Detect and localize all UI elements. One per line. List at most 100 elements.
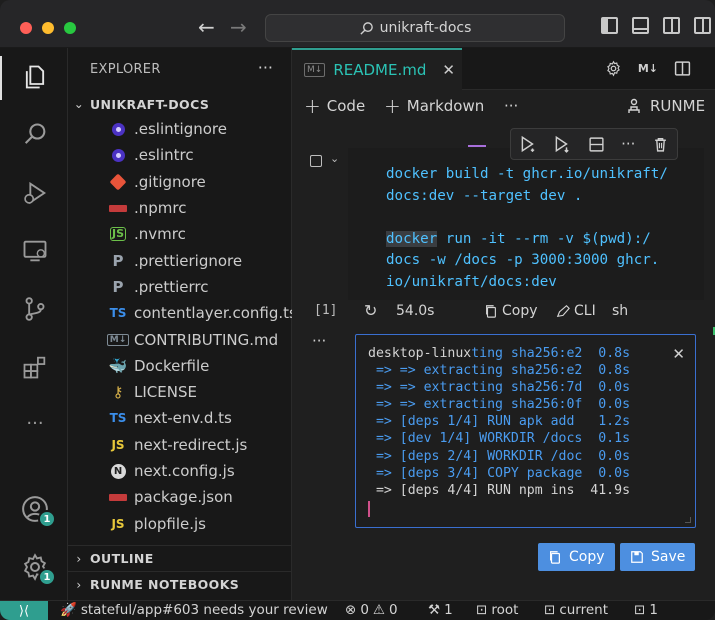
typescript-icon: TS	[109, 306, 127, 321]
file-item[interactable]: .eslintrc	[68, 142, 292, 168]
settings-gear-icon[interactable]: 1	[20, 552, 56, 586]
runme-notebooks-section[interactable]: › RUNME NOTEBOOKS	[68, 571, 292, 597]
back-arrow-icon[interactable]: ←	[198, 15, 215, 39]
file-item[interactable]: package.json	[68, 484, 292, 510]
javascript-icon: JS	[111, 437, 125, 452]
cli-button[interactable]: CLI	[556, 303, 596, 319]
save-output-button[interactable]: Save	[620, 543, 696, 571]
add-markdown-cell-button[interactable]: + Markdown	[384, 94, 484, 118]
markdown-file-icon: M↓	[304, 63, 326, 77]
extensions-icon[interactable]	[20, 352, 50, 382]
tools-icon: ⚒	[428, 602, 441, 618]
chevron-right-icon: ›	[76, 577, 82, 592]
notebook-toolbar: + Code + Markdown ··· RUNME	[292, 90, 715, 122]
shell-language-label[interactable]: sh	[612, 303, 628, 319]
refresh-icon[interactable]: ↻	[364, 301, 377, 320]
user-status[interactable]: ⊡ root	[476, 602, 518, 618]
remote-explorer-icon[interactable]	[20, 236, 50, 266]
file-item[interactable]: P .prettierignore	[68, 247, 292, 273]
cell-more-icon[interactable]: ···	[621, 135, 635, 153]
copy-output-button[interactable]: Copy	[538, 543, 615, 571]
maximize-window-button[interactable]	[64, 22, 76, 34]
pull-request-status[interactable]: 🚀 stateful/app#603 needs your review	[60, 602, 328, 618]
runme-icon	[628, 98, 640, 113]
root-folder-label: UNIKRAFT-DOCS	[90, 96, 210, 112]
output-more-button[interactable]: ···	[312, 332, 326, 350]
markdown-preview-icon[interactable]: M↓	[638, 62, 658, 75]
file-item[interactable]: 🐳 Dockerfile	[68, 353, 292, 379]
source-control-icon[interactable]	[20, 294, 50, 324]
outline-label: OUTLINE	[90, 551, 154, 566]
close-window-button[interactable]	[20, 22, 32, 34]
collapse-cell-icon[interactable]: ⌄	[330, 152, 339, 165]
minimize-window-button[interactable]	[42, 22, 54, 34]
command-center-search[interactable]: unikraft-docs	[265, 14, 565, 42]
more-activities-icon[interactable]: ···	[20, 408, 50, 438]
file-item[interactable]: TS contentlayer.config.ts	[68, 300, 292, 326]
explorer-icon[interactable]	[20, 62, 50, 92]
cell-status-bar: [1] ↻ 54.0s Copy CLI sh	[292, 300, 715, 326]
edit-icon	[556, 304, 570, 317]
terminals-status[interactable]: ⊡ 1	[634, 602, 658, 618]
error-icon: ⊗	[345, 602, 357, 618]
run-and-debug-icon[interactable]	[20, 178, 50, 208]
toggle-primary-sidebar-icon[interactable]	[601, 17, 618, 34]
outline-section[interactable]: › OUTLINE	[68, 545, 292, 571]
accounts-icon[interactable]: 1	[20, 494, 56, 528]
close-tab-icon[interactable]: ✕	[442, 61, 455, 79]
terminal-icon: ⊡	[476, 602, 488, 618]
file-item[interactable]: TS next-env.d.ts	[68, 405, 292, 431]
ports-status[interactable]: ⚒ 1	[428, 602, 453, 618]
file-item[interactable]: JS .nvmrc	[68, 221, 292, 247]
folder-header[interactable]: ⌄ UNIKRAFT-DOCS	[68, 91, 292, 117]
license-icon: ⚷	[112, 383, 124, 402]
customize-layout-icon[interactable]	[694, 17, 711, 34]
file-item[interactable]: .eslintignore	[68, 116, 292, 142]
cell-focus-indicator	[468, 145, 486, 147]
split-editor-icon[interactable]	[674, 60, 691, 77]
split-cell-icon[interactable]	[588, 136, 605, 153]
terminal-icon: ⊡	[634, 602, 646, 618]
terminal-icon: ⊡	[544, 602, 556, 618]
explorer-more-button[interactable]: ···	[258, 58, 273, 77]
resize-handle[interactable]	[685, 517, 691, 523]
run-above-icon[interactable]	[519, 135, 537, 153]
delete-cell-icon[interactable]	[652, 136, 669, 153]
toggle-secondary-sidebar-icon[interactable]	[663, 17, 680, 34]
remote-indicator-icon[interactable]: ⟩⟨	[0, 601, 48, 620]
forward-arrow-icon[interactable]: →	[230, 15, 247, 39]
file-item[interactable]: JS next-redirect.js	[68, 432, 292, 458]
code-block[interactable]: docker build -t ghcr.io/unikraft/ docs:d…	[386, 164, 686, 294]
add-code-cell-button[interactable]: + Code	[304, 94, 365, 118]
file-item[interactable]: .gitignore	[68, 169, 292, 195]
status-bar: ⟩⟨ 🚀 stateful/app#603 needs your review …	[0, 600, 715, 620]
file-item[interactable]: P .prettierrc	[68, 274, 292, 300]
run-below-icon[interactable]	[553, 135, 571, 153]
toggle-panel-icon[interactable]	[632, 17, 649, 34]
settings-gear-icon[interactable]	[605, 60, 622, 77]
file-item[interactable]: JS plopfile.js	[68, 510, 292, 536]
toolbar-more-button[interactable]: ···	[504, 97, 518, 115]
settings-badge: 1	[38, 568, 56, 586]
tab-readme[interactable]: M↓ README.md ✕	[292, 48, 462, 90]
vscode-window: ← → unikraft-docs ··· 1 1 EXPLORER ··· ⌄…	[0, 0, 715, 620]
problems-status[interactable]: ⊗ 0 ⚠ 0	[345, 602, 398, 618]
terminal-output[interactable]: desktop-linuxting sha256:e2 0.8s => => e…	[355, 334, 696, 528]
nextjs-icon: N	[108, 463, 128, 479]
node-icon: JS	[109, 227, 126, 242]
cell-select-checkbox[interactable]	[310, 155, 322, 167]
docker-icon: 🐳	[108, 356, 128, 375]
plus-icon: +	[384, 94, 401, 118]
file-item[interactable]: M↓ CONTRIBUTING.md	[68, 326, 292, 352]
file-tree: .eslintignore .eslintrc .gitignore .npmr…	[68, 116, 292, 537]
warning-icon: ⚠	[372, 602, 386, 618]
close-terminal-icon[interactable]: ✕	[672, 345, 685, 363]
cwd-status[interactable]: ⊡ current	[544, 602, 608, 618]
tab-bar: M↓ README.md ✕ M↓	[292, 48, 715, 90]
runme-button[interactable]: RUNME	[626, 97, 705, 115]
file-item[interactable]: ⚷ LICENSE	[68, 379, 292, 405]
search-activity-icon[interactable]	[20, 120, 50, 150]
file-item[interactable]: .npmrc	[68, 195, 292, 221]
copy-command-button[interactable]: Copy	[484, 303, 538, 319]
file-item[interactable]: Nnext.config.js	[68, 458, 292, 484]
